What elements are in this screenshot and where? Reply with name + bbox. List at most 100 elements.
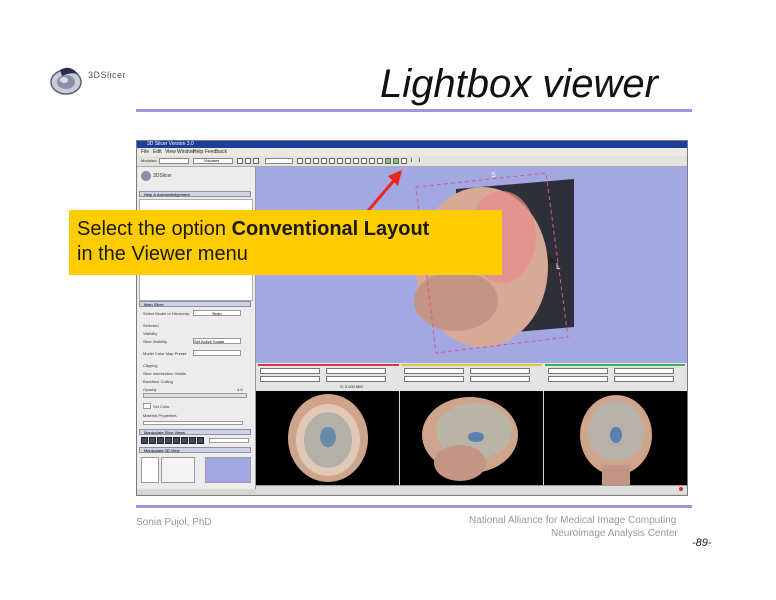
modules-select[interactable]: Volumes (193, 158, 233, 164)
tb-button-8[interactable] (329, 158, 335, 164)
row-visibility: Visibility (143, 331, 158, 336)
red-label-select[interactable] (260, 376, 320, 382)
panel-logo-text: 3DSlicer (153, 173, 172, 179)
red-bg-select[interactable] (326, 368, 386, 374)
title-rule (136, 109, 692, 112)
org-line-2: Neuroimage Analysis Center (551, 528, 678, 539)
tb-button-7[interactable] (321, 158, 327, 164)
axial-slice-view[interactable] (256, 391, 399, 485)
view-thumb-6[interactable] (181, 437, 188, 444)
red-orient-select[interactable] (326, 376, 386, 382)
help-section-header[interactable]: Help & Acknowledgement (139, 191, 251, 197)
tb-button-13[interactable] (369, 158, 375, 164)
tb-button-6[interactable] (313, 158, 319, 164)
3d-axis-label-s: S (491, 172, 496, 179)
green-orient-select[interactable] (614, 376, 674, 382)
tb-button-3[interactable] (253, 158, 259, 164)
manipulate-3d-header[interactable]: Manipulate 3D View (139, 447, 251, 453)
tb-field[interactable] (265, 158, 293, 164)
select-model-label: Select Model or Hierarchy: (143, 311, 191, 316)
row-opacity: Opacity (143, 387, 157, 392)
menu-edit[interactable]: Edit (153, 149, 162, 155)
3d-view-thumbnail (205, 457, 251, 483)
view-thumb-3[interactable] (157, 437, 164, 444)
tb-button-12[interactable] (361, 158, 367, 164)
sagittal-slice-view[interactable] (400, 391, 543, 485)
opacity-slider[interactable] (143, 393, 247, 398)
slice-controls-strip: S: 0.000 MM (256, 363, 687, 391)
callout-line1-prefix: Select the option (77, 218, 232, 240)
view-thumb-5[interactable] (173, 437, 180, 444)
menu-feedback[interactable]: Feedback (205, 149, 227, 155)
row-colormap: Model Color Map Preset (143, 351, 187, 356)
color-swatch[interactable] (143, 403, 151, 409)
toolbar: Modules: Volumes i i (137, 156, 687, 167)
main-section-header[interactable]: Main Slicer (139, 301, 251, 307)
yellow-bg-select[interactable] (470, 368, 530, 374)
row-backface: Backface Culling (143, 379, 173, 384)
yellow-fg-select[interactable] (404, 368, 464, 374)
help-icon[interactable]: i (419, 158, 425, 164)
window-titlebar: 3D Slicer Version 3.0 (137, 141, 687, 148)
status-bar (256, 485, 687, 494)
slice-slider[interactable] (209, 438, 249, 443)
window-title: 3D Slicer Version 3.0 (147, 141, 194, 147)
slicer-screenshot: 3D Slicer Version 3.0 File Edit View Win… (136, 140, 688, 496)
row-clipping: Clipping (143, 363, 158, 368)
manipulate-slice-header[interactable]: Manipulate Slice Views (139, 429, 251, 435)
tb-button-4[interactable] (297, 158, 303, 164)
layout-button-3[interactable] (401, 158, 407, 164)
red-fg-select[interactable] (260, 368, 320, 374)
view-thumb-1[interactable] (141, 437, 148, 444)
instruction-callout: Select the option Conventional Layout in… (69, 210, 502, 275)
callout-line1-bold: Conventional Layout (231, 218, 430, 240)
tb-button-10[interactable] (345, 158, 351, 164)
panel-logo-icon (141, 171, 151, 181)
colormap-field[interactable] (193, 350, 241, 356)
logo-text: 3DSlicer (88, 70, 127, 80)
tb-button-1[interactable] (237, 158, 243, 164)
tb-button-5[interactable] (305, 158, 311, 164)
callout-line2: in the Viewer menu (77, 243, 248, 265)
menu-file[interactable]: File (141, 149, 149, 155)
green-bg-select[interactable] (614, 368, 674, 374)
ambient-slider[interactable] (143, 421, 243, 425)
tb-button-9[interactable] (337, 158, 343, 164)
opacity-value: 1.0 (237, 387, 243, 392)
menu-help[interactable]: Help (193, 149, 203, 155)
slicer-logo-icon (48, 62, 88, 98)
author-name: Sonia Pujol, PhD (136, 517, 212, 528)
page-number: -89- (692, 537, 712, 549)
row-slice-visibility: Slice Visibility (143, 339, 168, 344)
footer-rule (136, 505, 692, 508)
tb-button-11[interactable] (353, 158, 359, 164)
scalar-field[interactable]: Set Active Scalar (193, 338, 241, 344)
callout-text: Select the option Conventional Layout in… (77, 217, 429, 267)
modules-search-field[interactable] (159, 158, 189, 164)
yellow-orient-select[interactable] (470, 376, 530, 382)
row-selected: Selected (143, 323, 159, 328)
view-thumb-2[interactable] (149, 437, 156, 444)
tb-button-14[interactable] (377, 158, 383, 164)
view-thumb-4[interactable] (165, 437, 172, 444)
3d-nav-widget[interactable] (141, 457, 159, 483)
slice-offset-label: S: 0.000 MM (340, 384, 363, 389)
yellow-label-select[interactable] (404, 376, 464, 382)
tb-button-2[interactable] (245, 158, 251, 164)
menu-view[interactable]: View (165, 149, 176, 155)
green-label-select[interactable] (548, 376, 608, 382)
3d-view-buttons[interactable] (161, 457, 195, 483)
modules-label: Modules: (141, 158, 158, 163)
3d-axis-label-l: L (556, 262, 561, 271)
select-model-field[interactable]: Brain (193, 310, 241, 316)
green-slice-bar (545, 364, 685, 366)
coronal-slice-view[interactable] (544, 391, 687, 485)
view-thumb-7[interactable] (189, 437, 196, 444)
viewer-layout-menu-button[interactable] (393, 158, 399, 164)
info-icon[interactable]: i (411, 158, 417, 164)
green-fg-select[interactable] (548, 368, 608, 374)
layout-button-1[interactable] (385, 158, 391, 164)
org-line-1: National Alliance for Medical Image Comp… (469, 515, 677, 526)
view-thumb-8[interactable] (197, 437, 204, 444)
slide-title: Lightbox viewer (380, 62, 658, 106)
